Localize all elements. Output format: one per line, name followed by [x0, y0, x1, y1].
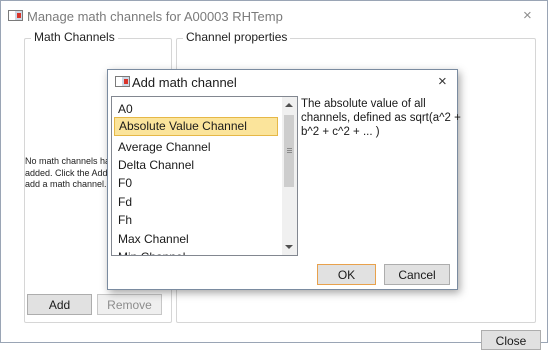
empty-message-line: add a math channel.	[25, 179, 107, 189]
grip-line	[287, 148, 292, 149]
add-button[interactable]: Add	[27, 294, 92, 315]
description-line: b^2 + c^2 + ... )	[301, 126, 380, 138]
window-close-icon[interactable]: ×	[523, 7, 532, 25]
math-channels-label: Math Channels	[31, 30, 118, 44]
empty-message-line: No math channels ha	[25, 156, 108, 166]
scroll-down-icon[interactable]	[285, 245, 293, 249]
title-bar[interactable]: Manage math channels for A00003 RHTemp ×	[1, 1, 547, 33]
add-math-channel-dialog: Add math channel × A0 Absolute Value Cha…	[107, 69, 461, 290]
description-line: The absolute value of all	[301, 98, 426, 110]
empty-message-line: added. Click the Add	[25, 167, 108, 178]
channel-properties-label: Channel properties	[183, 30, 291, 44]
channel-listbox[interactable]: A0 Absolute Value Channel Average Channe…	[111, 96, 298, 256]
window-title: Manage math channels for A00003 RHTemp	[27, 9, 283, 24]
app-window-icon	[8, 10, 23, 21]
ok-button[interactable]: OK	[317, 264, 376, 285]
list-item[interactable]: Average Channel	[114, 138, 278, 157]
list-item-selected[interactable]: Absolute Value Channel	[114, 117, 278, 136]
grip-line	[287, 150, 292, 151]
scroll-thumb[interactable]	[284, 115, 294, 187]
empty-message: No math channels ha added. Click the Add…	[25, 156, 108, 191]
listbox-scrollbar[interactable]	[282, 97, 297, 255]
channel-description: The absolute value of all channels, defi…	[301, 97, 461, 139]
cancel-button[interactable]: Cancel	[384, 264, 450, 285]
grip-line	[287, 152, 292, 153]
close-button[interactable]: Close	[481, 330, 541, 350]
list-item[interactable]: Fh	[114, 211, 278, 230]
scroll-up-icon[interactable]	[285, 103, 293, 107]
list-item[interactable]: Delta Channel	[114, 156, 278, 175]
dialog-title: Add math channel	[132, 75, 237, 90]
list-item[interactable]: Max Channel	[114, 230, 278, 249]
dialog-close-icon[interactable]: ×	[438, 73, 447, 91]
list-item[interactable]: Min Channel	[114, 248, 278, 255]
list-item[interactable]: Fd	[114, 193, 278, 212]
app-window-icon	[115, 76, 130, 87]
remove-button[interactable]: Remove	[97, 294, 162, 315]
description-line: channels, defined as sqrt(a^2 +	[301, 112, 461, 124]
list-item[interactable]: F0	[114, 174, 278, 193]
